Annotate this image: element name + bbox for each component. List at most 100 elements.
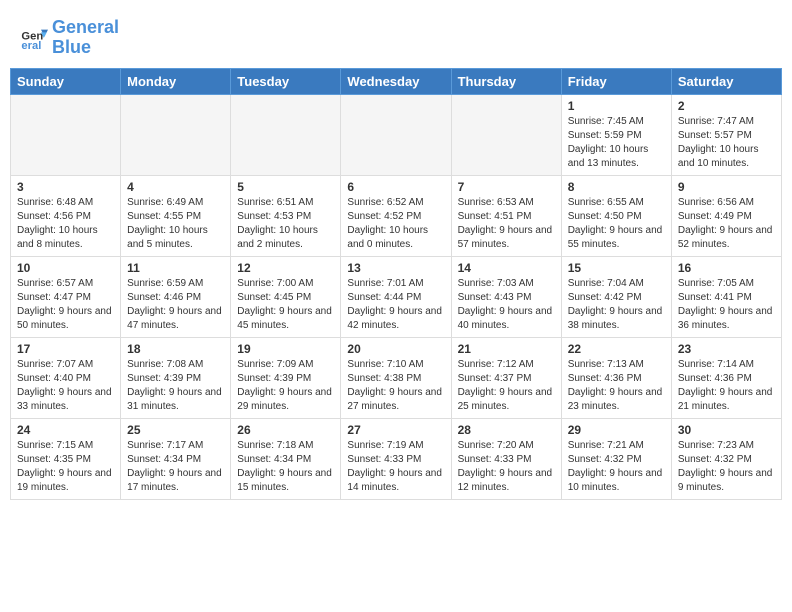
- calendar-day-30: 30 Sunrise: 7:23 AM Sunset: 4:32 PM Dayli…: [671, 418, 781, 499]
- day-info: Sunrise: 7:05 AM Sunset: 4:41 PM Dayligh…: [678, 277, 775, 333]
- day-number: 30: [678, 423, 775, 437]
- day-info: Sunrise: 6:53 AM Sunset: 4:51 PM Dayligh…: [458, 196, 555, 252]
- day-info: Sunrise: 7:17 AM Sunset: 4:34 PM Dayligh…: [127, 439, 224, 495]
- day-number: 25: [127, 423, 224, 437]
- day-number: 11: [127, 261, 224, 275]
- calendar-table: SundayMondayTuesdayWednesdayThursdayFrid…: [10, 68, 782, 500]
- calendar-row-1: 3Sunrise: 6:48 AM Sunset: 4:56 PM Daylig…: [11, 175, 782, 256]
- calendar-day-20: 20 Sunrise: 7:10 AM Sunset: 4:38 PM Dayli…: [341, 337, 451, 418]
- day-number: 27: [347, 423, 444, 437]
- calendar-header-thursday: Thursday: [451, 68, 561, 94]
- day-number: 21: [458, 342, 555, 356]
- day-number: 13: [347, 261, 444, 275]
- calendar-day-10: 10 Sunrise: 6:57 AM Sunset: 4:47 PM Dayli…: [11, 256, 121, 337]
- calendar-header-saturday: Saturday: [671, 68, 781, 94]
- day-number: 23: [678, 342, 775, 356]
- day-number: 12: [237, 261, 334, 275]
- calendar-day-23: 23 Sunrise: 7:14 AM Sunset: 4:36 PM Dayli…: [671, 337, 781, 418]
- day-number: 5: [237, 180, 334, 194]
- logo: Gen eral GeneralBlue: [20, 18, 119, 58]
- calendar-day-empty: [231, 94, 341, 175]
- day-info: Sunrise: 7:21 AM Sunset: 4:32 PM Dayligh…: [568, 439, 665, 495]
- calendar-day-12: 12Sunrise: 7:00 AM Sunset: 4:45 PM Dayli…: [231, 256, 341, 337]
- calendar-day-11: 11 Sunrise: 6:59 AM Sunset: 4:46 PM Dayli…: [121, 256, 231, 337]
- page-header: Gen eral GeneralBlue: [0, 0, 792, 68]
- day-info: Sunrise: 7:19 AM Sunset: 4:33 PM Dayligh…: [347, 439, 444, 495]
- day-info: Sunrise: 7:14 AM Sunset: 4:36 PM Dayligh…: [678, 358, 775, 414]
- day-number: 1: [568, 99, 665, 113]
- day-info: Sunrise: 7:10 AM Sunset: 4:38 PM Dayligh…: [347, 358, 444, 414]
- day-number: 14: [458, 261, 555, 275]
- calendar-day-4: 4Sunrise: 6:49 AM Sunset: 4:55 PM Daylig…: [121, 175, 231, 256]
- day-info: Sunrise: 7:13 AM Sunset: 4:36 PM Dayligh…: [568, 358, 665, 414]
- day-info: Sunrise: 6:55 AM Sunset: 4:50 PM Dayligh…: [568, 196, 665, 252]
- calendar-day-28: 28 Sunrise: 7:20 AM Sunset: 4:33 PM Dayli…: [451, 418, 561, 499]
- calendar-day-empty: [451, 94, 561, 175]
- day-number: 4: [127, 180, 224, 194]
- logo-icon: Gen eral: [20, 24, 48, 52]
- day-info: Sunrise: 6:59 AM Sunset: 4:46 PM Dayligh…: [127, 277, 224, 333]
- day-info: Sunrise: 6:52 AM Sunset: 4:52 PM Dayligh…: [347, 196, 444, 252]
- day-number: 7: [458, 180, 555, 194]
- calendar-row-2: 10 Sunrise: 6:57 AM Sunset: 4:47 PM Dayli…: [11, 256, 782, 337]
- calendar-day-empty: [121, 94, 231, 175]
- calendar-day-27: 27 Sunrise: 7:19 AM Sunset: 4:33 PM Dayli…: [341, 418, 451, 499]
- day-info: Sunrise: 7:23 AM Sunset: 4:32 PM Dayligh…: [678, 439, 775, 495]
- logo-text: GeneralBlue: [52, 18, 119, 58]
- calendar-header-monday: Monday: [121, 68, 231, 94]
- day-number: 19: [237, 342, 334, 356]
- calendar-header-sunday: Sunday: [11, 68, 121, 94]
- calendar-row-3: 17Sunrise: 7:07 AM Sunset: 4:40 PM Dayli…: [11, 337, 782, 418]
- calendar-day-6: 6 Sunrise: 6:52 AM Sunset: 4:52 PM Daylig…: [341, 175, 451, 256]
- day-number: 26: [237, 423, 334, 437]
- calendar-day-19: 19 Sunrise: 7:09 AM Sunset: 4:39 PM Dayli…: [231, 337, 341, 418]
- calendar-day-7: 7 Sunrise: 6:53 AM Sunset: 4:51 PM Daylig…: [451, 175, 561, 256]
- day-info: Sunrise: 7:03 AM Sunset: 4:43 PM Dayligh…: [458, 277, 555, 333]
- calendar-day-24: 24Sunrise: 7:15 AM Sunset: 4:35 PM Dayli…: [11, 418, 121, 499]
- calendar-day-empty: [341, 94, 451, 175]
- calendar-day-14: 14 Sunrise: 7:03 AM Sunset: 4:43 PM Dayli…: [451, 256, 561, 337]
- calendar-day-5: 5 Sunrise: 6:51 AM Sunset: 4:53 PM Daylig…: [231, 175, 341, 256]
- calendar-day-2: 2Sunrise: 7:47 AM Sunset: 5:57 PM Daylig…: [671, 94, 781, 175]
- svg-text:eral: eral: [21, 40, 41, 52]
- day-number: 17: [17, 342, 114, 356]
- calendar-day-8: 8 Sunrise: 6:55 AM Sunset: 4:50 PM Daylig…: [561, 175, 671, 256]
- calendar-day-29: 29 Sunrise: 7:21 AM Sunset: 4:32 PM Dayli…: [561, 418, 671, 499]
- day-info: Sunrise: 7:09 AM Sunset: 4:39 PM Dayligh…: [237, 358, 334, 414]
- calendar-header-row: SundayMondayTuesdayWednesdayThursdayFrid…: [11, 68, 782, 94]
- calendar-day-22: 22 Sunrise: 7:13 AM Sunset: 4:36 PM Dayli…: [561, 337, 671, 418]
- day-number: 20: [347, 342, 444, 356]
- calendar-header-wednesday: Wednesday: [341, 68, 451, 94]
- day-number: 8: [568, 180, 665, 194]
- day-number: 16: [678, 261, 775, 275]
- calendar-day-13: 13 Sunrise: 7:01 AM Sunset: 4:44 PM Dayli…: [341, 256, 451, 337]
- calendar-day-empty: [11, 94, 121, 175]
- calendar-day-26: 26Sunrise: 7:18 AM Sunset: 4:34 PM Dayli…: [231, 418, 341, 499]
- day-number: 22: [568, 342, 665, 356]
- day-info: Sunrise: 6:57 AM Sunset: 4:47 PM Dayligh…: [17, 277, 114, 333]
- day-number: 10: [17, 261, 114, 275]
- calendar-day-21: 21 Sunrise: 7:12 AM Sunset: 4:37 PM Dayli…: [451, 337, 561, 418]
- day-number: 9: [678, 180, 775, 194]
- day-number: 28: [458, 423, 555, 437]
- day-info: Sunrise: 7:20 AM Sunset: 4:33 PM Dayligh…: [458, 439, 555, 495]
- calendar-header-tuesday: Tuesday: [231, 68, 341, 94]
- day-info: Sunrise: 7:08 AM Sunset: 4:39 PM Dayligh…: [127, 358, 224, 414]
- calendar-day-3: 3Sunrise: 6:48 AM Sunset: 4:56 PM Daylig…: [11, 175, 121, 256]
- day-info: Sunrise: 6:51 AM Sunset: 4:53 PM Dayligh…: [237, 196, 334, 252]
- day-number: 24: [17, 423, 114, 437]
- calendar-day-9: 9Sunrise: 6:56 AM Sunset: 4:49 PM Daylig…: [671, 175, 781, 256]
- calendar-day-1: 1 Sunrise: 7:45 AM Sunset: 5:59 PM Daylig…: [561, 94, 671, 175]
- calendar-day-25: 25 Sunrise: 7:17 AM Sunset: 4:34 PM Dayli…: [121, 418, 231, 499]
- day-number: 6: [347, 180, 444, 194]
- day-number: 29: [568, 423, 665, 437]
- calendar-day-15: 15Sunrise: 7:04 AM Sunset: 4:42 PM Dayli…: [561, 256, 671, 337]
- day-info: Sunrise: 7:01 AM Sunset: 4:44 PM Dayligh…: [347, 277, 444, 333]
- day-info: Sunrise: 7:12 AM Sunset: 4:37 PM Dayligh…: [458, 358, 555, 414]
- calendar-day-16: 16 Sunrise: 7:05 AM Sunset: 4:41 PM Dayli…: [671, 256, 781, 337]
- calendar-day-18: 18Sunrise: 7:08 AM Sunset: 4:39 PM Dayli…: [121, 337, 231, 418]
- day-info: Sunrise: 7:45 AM Sunset: 5:59 PM Dayligh…: [568, 115, 665, 171]
- calendar-day-17: 17Sunrise: 7:07 AM Sunset: 4:40 PM Dayli…: [11, 337, 121, 418]
- day-info: Sunrise: 6:48 AM Sunset: 4:56 PM Dayligh…: [17, 196, 114, 252]
- calendar-row-4: 24Sunrise: 7:15 AM Sunset: 4:35 PM Dayli…: [11, 418, 782, 499]
